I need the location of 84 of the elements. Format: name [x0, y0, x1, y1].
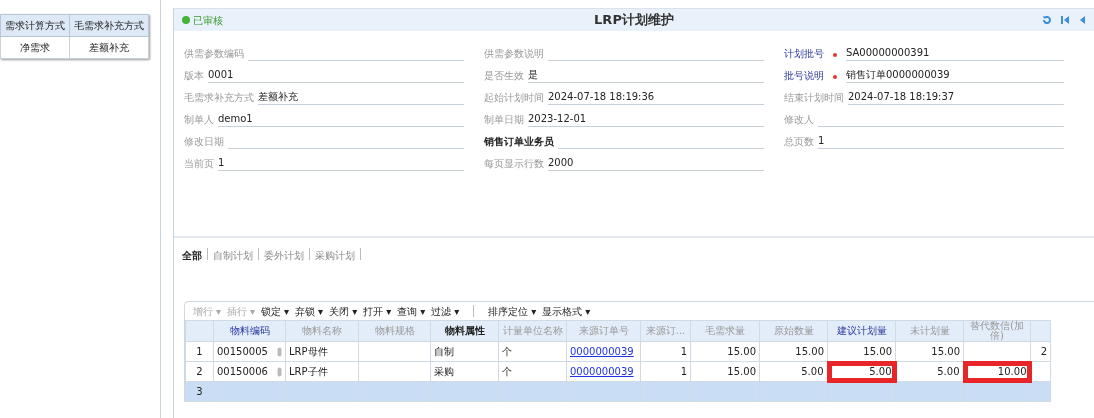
field-label: 是否生效 — [484, 69, 524, 83]
required-mark — [833, 75, 837, 79]
table-cell: 自制 — [434, 346, 454, 357]
toolbar-button[interactable]: 查询 ▾ — [397, 303, 426, 319]
toolbar-button[interactable]: 排序定位 ▾ — [488, 303, 537, 319]
table-cell: LRP子件 — [289, 366, 328, 377]
status-dot-icon — [182, 16, 190, 24]
field-label: 总页数 — [784, 135, 814, 149]
field-label: 销售订单业务员 — [484, 135, 554, 149]
table-cell-text: 00150005 — [217, 345, 268, 359]
table-cell: 采购 — [434, 366, 454, 377]
table-row[interactable]: 3 — [185, 381, 1051, 402]
paperclip-icon[interactable] — [277, 346, 282, 357]
input-field[interactable]: SA00000000391 — [846, 45, 1064, 61]
tab[interactable]: 采购计划 — [315, 248, 355, 262]
toolbar-button[interactable]: 关闭 ▾ — [329, 303, 358, 319]
required-mark — [833, 53, 837, 57]
table-cell: 5.00 — [937, 366, 960, 377]
table-cell: 个 — [502, 366, 512, 377]
column-header[interactable]: 建议计划量 — [827, 320, 896, 342]
tab[interactable]: 自制计划 — [213, 248, 253, 262]
input-field[interactable]: 2023-12-01 — [528, 111, 764, 127]
input-field[interactable]: 2024-07-18 18:19:37 — [848, 89, 1064, 105]
column-header[interactable]: 物料属性 — [430, 320, 499, 342]
column-header[interactable]: 物料编码 — [213, 320, 286, 342]
toolbar-button[interactable]: 过滤 ▾ — [431, 303, 460, 319]
table-cell: 15.00 — [795, 346, 824, 357]
field-label: 制单人 — [184, 113, 214, 127]
field-label: 起始计划时间 — [484, 91, 544, 105]
table-cell-text: 00150006 — [217, 365, 268, 379]
field-label: 版本 — [184, 69, 204, 83]
input-field[interactable]: 销售订单0000000039 — [846, 67, 1064, 83]
table-row[interactable]: 1 00150005 LRP母件 自制 个 0000000039 1 15.00 15.00 15.00 15.00 2 — [185, 341, 1051, 362]
table-cell: 15.00 — [931, 346, 960, 357]
field-label: 结束计划时间 — [784, 91, 844, 105]
status-label: 已审核 — [193, 13, 223, 28]
table-cell: 净需求 — [0, 36, 70, 59]
paperclip-icon[interactable] — [277, 366, 282, 377]
table-cell: 15.00 — [727, 346, 756, 357]
field-label: 毛需求补充方式 — [184, 91, 254, 105]
input-field[interactable]: 是 — [528, 67, 764, 83]
table-row[interactable]: 2 00150006 LRP子件 采购 个 0000000039 1 15.00 5.00 5.00 5.00 10.00 — [185, 361, 1051, 382]
table-cell: 15.00 — [727, 366, 756, 377]
row-number: 3 — [185, 381, 214, 402]
toolbar-button[interactable]: 打开 ▾ — [363, 303, 392, 319]
table-cell: 5.00 — [869, 366, 892, 377]
field-label: 修改人 — [784, 113, 814, 127]
table-cell: 个 — [502, 346, 512, 357]
table-cell: 15.00 — [863, 345, 892, 357]
table-cell: 2 — [1040, 346, 1047, 357]
input-field[interactable]: demo1 — [218, 111, 464, 127]
input-field[interactable]: 2000 — [548, 155, 764, 171]
refresh-icon[interactable] — [1042, 15, 1052, 25]
table-cell: 1 — [680, 366, 687, 377]
table-cell: 5.00 — [801, 366, 824, 377]
field-label: 当前页 — [184, 157, 214, 171]
input-field[interactable]: 1 — [218, 155, 464, 171]
column-header: 毛需求补充方式 — [69, 14, 149, 37]
tab[interactable]: 委外计划 — [264, 248, 304, 262]
input-field[interactable]: 2024-07-18 18:19:36 — [548, 89, 764, 105]
first-page-icon[interactable] — [1060, 15, 1070, 25]
table-cell: LRP母件 — [289, 346, 328, 357]
page-title: LRP计划维护 — [594, 11, 674, 30]
field-label: 修改日期 — [184, 135, 224, 149]
field-label: 批号说明 — [784, 69, 824, 83]
input-field[interactable]: 0001 — [208, 67, 464, 83]
field-label: 计划批号 — [784, 47, 824, 61]
field-label: 供需参数编码 — [184, 47, 244, 61]
field-label: 每页显示行数 — [484, 157, 544, 171]
table-cell: 10.00 — [997, 366, 1027, 377]
tab[interactable]: 全部 — [182, 248, 202, 262]
toolbar-button[interactable]: 弃锁 ▾ — [295, 303, 324, 319]
field-label: 制单日期 — [484, 113, 524, 127]
toolbar-button[interactable]: 锁定 ▾ — [261, 303, 290, 319]
row-number: 1 — [185, 341, 214, 362]
row-number: 2 — [185, 361, 214, 382]
previous-page-icon[interactable] — [1078, 15, 1086, 25]
field-label: 供需参数说明 — [484, 47, 544, 61]
input-field[interactable]: 1 — [818, 133, 1064, 149]
toolbar-button[interactable]: 显示格式 ▾ — [542, 303, 591, 319]
table-cell: 差额补充 — [69, 36, 149, 59]
input-field[interactable]: 差额补充 — [258, 89, 464, 105]
table-cell: 1 — [680, 346, 687, 357]
column-header: 需求计算方式 — [0, 14, 70, 37]
